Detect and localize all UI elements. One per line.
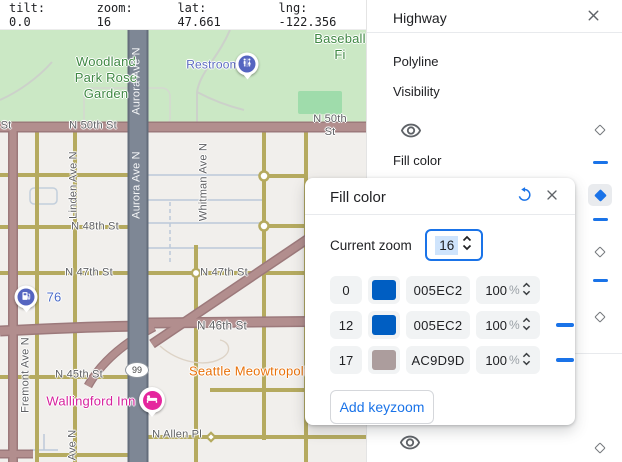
- street-label-linden-2: Ave N: [67, 430, 80, 461]
- swatch-color: [372, 315, 396, 335]
- street-label-n47th-w: N 47th St: [65, 267, 113, 280]
- keyframe-dash-icon[interactable]: [593, 279, 608, 282]
- lat-readout: lat: 47.661: [177, 1, 251, 29]
- remove-keyzoom-button[interactable]: [556, 358, 574, 362]
- keyzoom-row: 17 AC9D9D 100%: [330, 346, 575, 374]
- hex-value-chip[interactable]: 005EC2: [406, 276, 470, 304]
- lng-readout: lng: -122.356: [279, 1, 367, 29]
- color-swatch[interactable]: [368, 311, 400, 339]
- street-label-allen: N Allen Pl: [152, 429, 202, 442]
- close-icon: [585, 7, 602, 29]
- dialog-body: Current zoom 16 0 005EC2 100% 12: [305, 215, 575, 424]
- stepper-chevrons-icon[interactable]: [522, 351, 531, 370]
- opacity-stepper[interactable]: 100%: [476, 346, 540, 374]
- current-zoom-stepper[interactable]: 16: [425, 229, 483, 261]
- keyzoom-level-chip[interactable]: 12: [330, 311, 362, 339]
- keyframe-dash-icon[interactable]: [593, 161, 608, 164]
- current-zoom-label: Current zoom: [330, 238, 412, 253]
- keyframe-diamond-icon[interactable]: [594, 124, 605, 135]
- hex-value-chip[interactable]: AC9D9D: [406, 346, 470, 374]
- fill-color-label: Fill color: [393, 153, 441, 168]
- street-label-stub: St: [1, 120, 12, 133]
- section-label-polyline: Polyline: [393, 54, 439, 69]
- route-shield-99: 99: [125, 362, 149, 378]
- street-label-whitman: Whitman Ave N: [198, 143, 211, 221]
- keyframe-diamond-filled-icon: [594, 189, 607, 202]
- park-label-baseball: Baseball Fi: [314, 31, 365, 63]
- opacity-stepper[interactable]: 100%: [476, 276, 540, 304]
- street-label-n47th-e: N 47th St: [200, 267, 248, 280]
- dialog-title: Fill color: [330, 189, 386, 206]
- visibility-toggle-2[interactable]: [399, 434, 421, 456]
- restroom-pin[interactable]: [236, 53, 259, 76]
- swatch-color: [372, 350, 396, 370]
- eye-icon: [399, 432, 421, 459]
- eye-icon: [400, 120, 422, 147]
- color-swatch[interactable]: [368, 276, 400, 304]
- current-zoom-row: Current zoom 16: [330, 229, 575, 261]
- street-label-n50th-w: N 50th St: [69, 120, 117, 133]
- zoom-readout: zoom: 16: [97, 1, 151, 29]
- keyframe-dash-icon[interactable]: [593, 218, 608, 221]
- reset-icon: [516, 186, 533, 208]
- stepper-chevrons-icon[interactable]: [522, 316, 531, 335]
- keyzoom-row: 12 005EC2 100%: [330, 311, 575, 339]
- street-label-n50th-e: N 50th St: [312, 113, 348, 139]
- street-label-n46th: N 46th St: [197, 321, 247, 334]
- street-label-n45th: N 45th St: [55, 369, 103, 382]
- keyzoom-level-chip[interactable]: 17: [330, 346, 362, 374]
- hex-value-chip[interactable]: 005EC2: [406, 311, 470, 339]
- panel-header: Highway: [367, 0, 622, 33]
- gas-station-pin[interactable]: [15, 286, 38, 309]
- poi-label-restroom[interactable]: Restroom: [186, 59, 240, 72]
- fuel-pump-icon: [21, 288, 32, 306]
- map-style-editor: tilt: 0.0 zoom: 16 lat: 47.661 lng: -122…: [0, 0, 622, 462]
- color-swatch[interactable]: [368, 346, 400, 374]
- keyframe-diamond-icon[interactable]: [594, 442, 605, 453]
- restroom-icon: [242, 55, 253, 73]
- tilt-readout: tilt: 0.0: [9, 1, 70, 29]
- park-label-woodland: Woodland Park Rose Garden: [75, 54, 138, 102]
- keyframe-diamond-icon[interactable]: [594, 246, 605, 257]
- panel-close-button[interactable]: [584, 9, 602, 27]
- stepper-chevrons-icon[interactable]: [462, 234, 472, 257]
- map-status-bar: tilt: 0.0 zoom: 16 lat: 47.661 lng: -122…: [0, 0, 366, 30]
- keyframe-diamond-icon[interactable]: [594, 311, 605, 322]
- lodging-pin[interactable]: [139, 387, 165, 413]
- poi-label-wallingford-inn[interactable]: Wallingford Inn: [46, 395, 135, 408]
- poi-label-meowtropolitan[interactable]: Seattle Meowtropoli: [189, 365, 307, 378]
- add-keyzoom-button[interactable]: Add keyzoom: [330, 390, 434, 424]
- panel-title: Highway: [393, 10, 447, 26]
- dialog-close-button[interactable]: [543, 188, 561, 206]
- keyframe-selected[interactable]: [588, 184, 612, 206]
- close-icon: [544, 187, 560, 208]
- swatch-color: [372, 280, 396, 300]
- poi-label-76[interactable]: 76: [47, 291, 62, 304]
- remove-keyzoom-button[interactable]: [556, 323, 574, 327]
- reset-button[interactable]: [515, 188, 533, 206]
- street-label-aurora-2: Aurora Ave N: [131, 151, 144, 219]
- keyzoom-row: 0 005EC2 100%: [330, 276, 575, 304]
- opacity-stepper[interactable]: 100%: [476, 311, 540, 339]
- street-label-aurora-1: Aurora Ave N: [131, 47, 144, 115]
- stepper-chevrons-icon[interactable]: [522, 281, 531, 300]
- street-label-fremont: Fremont Ave N: [20, 337, 33, 413]
- current-zoom-value[interactable]: 16: [435, 236, 458, 255]
- dialog-header: Fill color: [305, 178, 575, 215]
- fill-color-dialog: Fill color Current zoom 16 0 005EC2: [305, 178, 575, 425]
- street-label-linden: Linden Ave N: [68, 151, 81, 219]
- visibility-toggle[interactable]: [400, 122, 422, 144]
- bed-icon: [146, 391, 158, 409]
- keyzoom-level-chip[interactable]: 0: [330, 276, 362, 304]
- visibility-label: Visibility: [393, 84, 440, 99]
- street-label-n48th: N 48th St: [71, 221, 119, 234]
